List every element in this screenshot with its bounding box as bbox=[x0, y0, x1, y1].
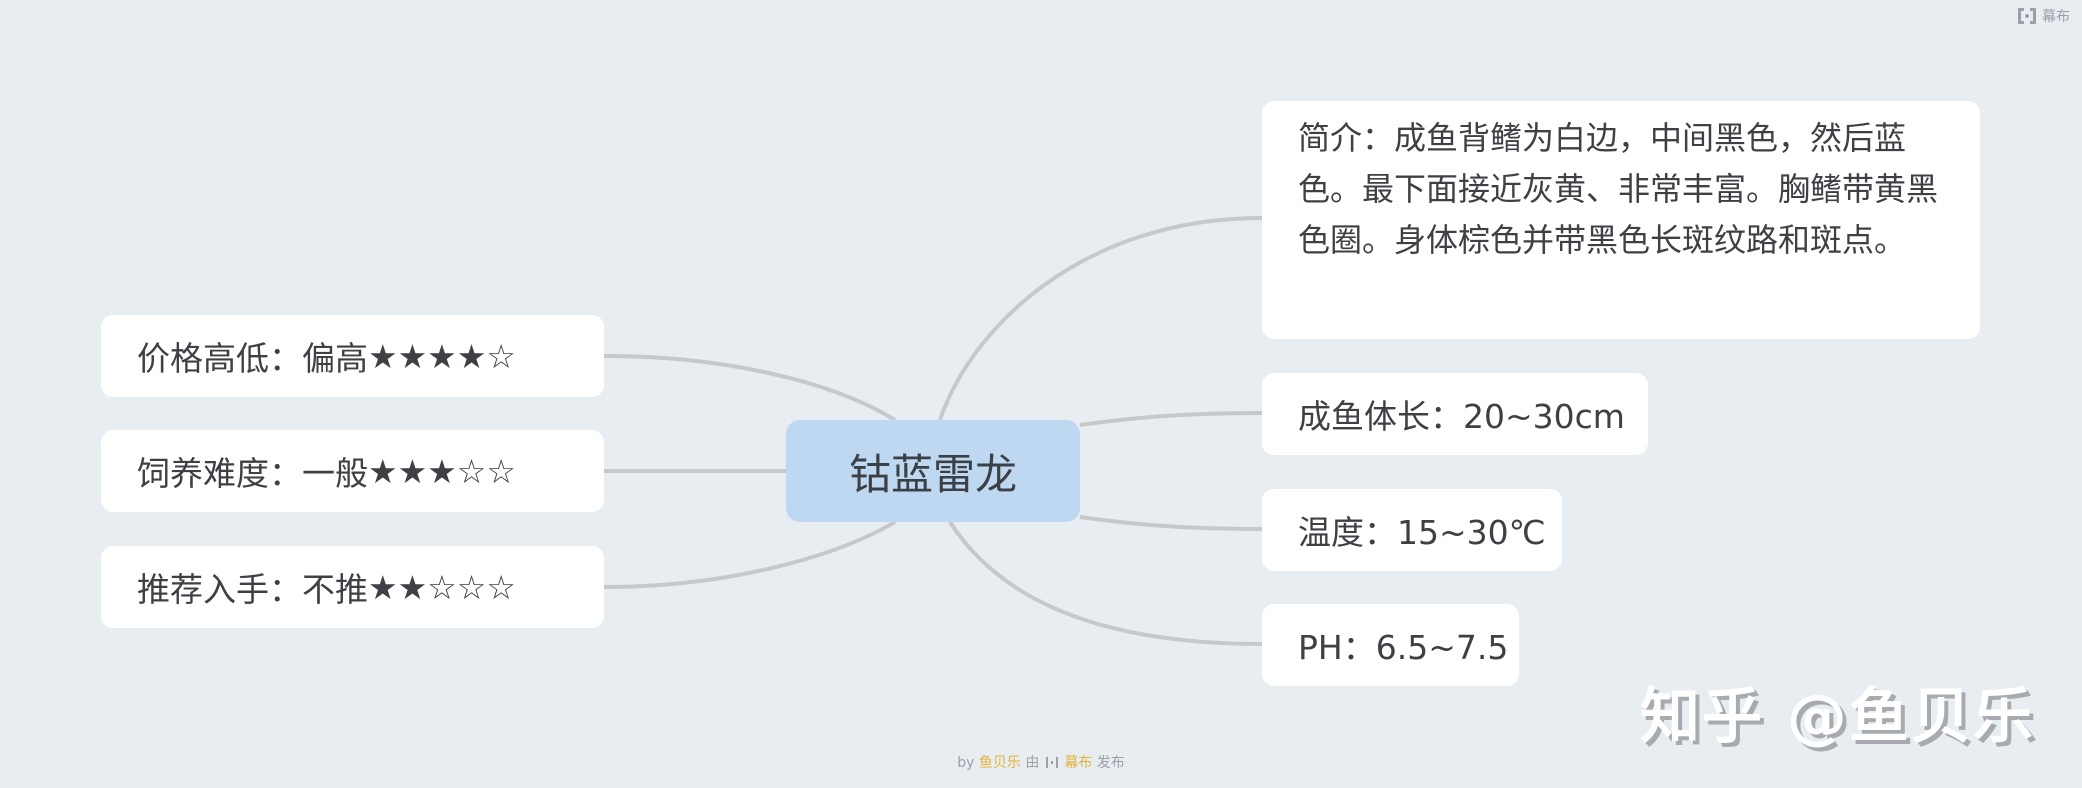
node-label: 价格高低：偏高 bbox=[137, 339, 368, 378]
connector-right-3 bbox=[1079, 515, 1263, 531]
brand-name: 幕布 bbox=[2042, 9, 2070, 25]
footer-by: by bbox=[957, 755, 975, 771]
node-label: 简介：成鱼背鳍为白边，中间黑色，然后蓝色。最下面接近灰黄、非常丰富。胸鳍带黄黑色… bbox=[1298, 119, 1939, 259]
brand[interactable]: 幕布 bbox=[2018, 6, 2070, 26]
root-label: 钴蓝雷龙 bbox=[848, 449, 1017, 499]
rating-stars: ★★★★☆ bbox=[368, 336, 516, 376]
watermark: 知乎 @鱼贝乐 bbox=[1640, 682, 2035, 752]
mubu-logo-icon bbox=[2018, 8, 2036, 24]
connector-left-3 bbox=[603, 520, 897, 589]
connector-right-4 bbox=[948, 520, 1263, 646]
footer-published: 发布 bbox=[1096, 755, 1125, 771]
footer-via: 由 bbox=[1025, 755, 1040, 771]
platform-link[interactable]: 幕布 bbox=[1064, 755, 1092, 771]
connector-right-1 bbox=[938, 216, 1263, 421]
footer-credit: by 鱼贝乐 由 幕布 发布 bbox=[0, 752, 2082, 772]
rating-stars: ★★★☆☆ bbox=[368, 451, 516, 491]
connector-left-1 bbox=[603, 354, 897, 422]
node-recommend[interactable]: 推荐入手：不推 ★★☆☆☆ bbox=[101, 546, 604, 628]
node-intro[interactable]: 简介：成鱼背鳍为白边，中间黑色，然后蓝色。最下面接近灰黄、非常丰富。胸鳍带黄黑色… bbox=[1262, 101, 1980, 339]
node-body-length[interactable]: 成鱼体长：20~30cm bbox=[1262, 373, 1648, 455]
node-label: PH：6.5~7.5 bbox=[1298, 628, 1509, 667]
node-difficulty[interactable]: 饲养难度：一般 ★★★☆☆ bbox=[101, 430, 604, 512]
mubu-logo-icon bbox=[1045, 757, 1058, 768]
connector-right-2 bbox=[1079, 411, 1263, 427]
author-link[interactable]: 鱼贝乐 bbox=[979, 755, 1021, 771]
node-price[interactable]: 价格高低：偏高 ★★★★☆ bbox=[101, 315, 604, 397]
node-label: 温度：15~30℃ bbox=[1298, 513, 1546, 552]
node-label: 饲养难度：一般 bbox=[137, 454, 368, 493]
rating-stars: ★★☆☆☆ bbox=[368, 567, 516, 607]
node-label: 成鱼体长：20~30cm bbox=[1298, 397, 1625, 436]
root-node[interactable]: 钴蓝雷龙 bbox=[786, 420, 1080, 522]
node-label: 推荐入手：不推 bbox=[137, 570, 368, 609]
node-ph[interactable]: PH：6.5~7.5 bbox=[1262, 604, 1519, 686]
node-temperature[interactable]: 温度：15~30℃ bbox=[1262, 489, 1562, 571]
